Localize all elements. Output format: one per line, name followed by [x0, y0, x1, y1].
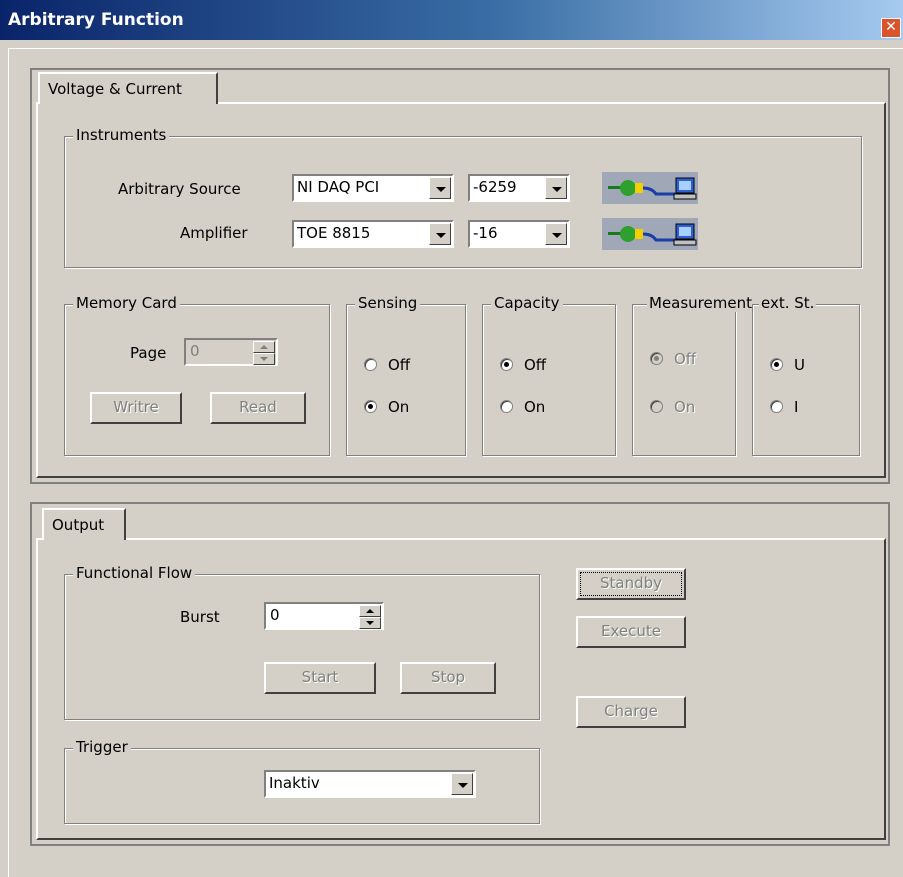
instruments-group: Instruments [64, 126, 862, 268]
radio-dot-icon [650, 400, 663, 413]
arbitrary-source-model-select[interactable]: -6259 [468, 174, 570, 202]
sensing-group: Sensing [346, 294, 466, 456]
arbitrary-source-label: Arbitrary Source [118, 180, 241, 198]
amplifier-device-select[interactable]: TOE 8815 [292, 220, 454, 248]
standby-button[interactable]: Standby [576, 568, 686, 600]
amplifier-label: Amplifier [180, 224, 248, 242]
functional-flow-group: Functional Flow [64, 564, 540, 720]
trigger-select[interactable]: Inaktiv [264, 770, 476, 798]
chevron-down-icon[interactable] [545, 223, 567, 245]
ext-st-i-label: I [794, 398, 799, 416]
plug-connected-icon[interactable] [602, 172, 698, 204]
arrow-up-icon[interactable] [359, 605, 381, 617]
stop-button-label: Stop [430, 668, 466, 686]
capacity-off-label: Off [524, 356, 547, 374]
trigger-legend: Trigger [73, 738, 131, 756]
trigger-value: Inaktiv [269, 774, 320, 792]
tab-output[interactable]: Output [42, 508, 126, 540]
ext-st-group: ext. St. [752, 294, 860, 456]
burst-stepper-controls[interactable] [359, 605, 381, 629]
burst-label: Burst [180, 608, 220, 626]
write-button[interactable]: Writre [90, 392, 182, 424]
arrow-down-icon[interactable] [253, 353, 275, 365]
measurement-group: Measurement [632, 294, 754, 456]
radio-dot-icon [500, 400, 513, 413]
radio-dot-icon [364, 400, 377, 413]
charge-button[interactable]: Charge [576, 696, 686, 728]
radio-dot-icon [770, 358, 783, 371]
standby-button-label: Standby [599, 574, 663, 592]
start-button-label: Start [301, 668, 339, 686]
functional-flow-legend: Functional Flow [73, 564, 196, 582]
write-button-label: Writre [113, 398, 159, 416]
chevron-down-icon[interactable] [429, 177, 451, 199]
chevron-down-icon[interactable] [545, 177, 567, 199]
charge-button-label: Charge [604, 702, 658, 720]
chevron-down-icon[interactable] [451, 773, 473, 795]
title-bar: Arbitrary Function ✕ [0, 0, 903, 40]
amplifier-model-value: -16 [473, 224, 498, 242]
stop-button[interactable]: Stop [400, 662, 496, 694]
close-icon[interactable]: ✕ [881, 18, 901, 38]
execute-button[interactable]: Execute [576, 616, 686, 648]
plug-connected-icon[interactable] [602, 218, 698, 250]
amplifier-model-select[interactable]: -16 [468, 220, 570, 248]
tab-voltage-current-label: Voltage & Current [48, 80, 182, 98]
execute-button-label: Execute [601, 622, 661, 640]
radio-dot-icon [500, 358, 513, 371]
radio-dot-icon [770, 400, 783, 413]
amplifier-device-value: TOE 8815 [297, 224, 371, 242]
capacity-on-label: On [524, 398, 546, 416]
arbitrary-source-device-select[interactable]: NI DAQ PCI [292, 174, 454, 202]
arbitrary-source-model-value: -6259 [473, 178, 517, 196]
sensing-on-label: On [388, 398, 410, 416]
sensing-off-label: Off [388, 356, 411, 374]
measurement-on-label: On [674, 398, 696, 416]
page-stepper[interactable]: 0 [184, 338, 278, 366]
burst-stepper[interactable]: 0 [264, 602, 384, 630]
memory-card-legend: Memory Card [73, 294, 180, 312]
ext-st-u-label: U [794, 356, 805, 374]
radio-dot-icon [364, 358, 377, 371]
page-label: Page [130, 344, 167, 362]
tab-output-label: Output [52, 516, 105, 534]
capacity-legend: Capacity [491, 294, 563, 312]
burst-value: 0 [270, 606, 280, 624]
ext-st-legend: ext. St. [759, 294, 817, 312]
measurement-off-label: Off [674, 350, 697, 368]
read-button[interactable]: Read [210, 392, 306, 424]
start-button[interactable]: Start [264, 662, 376, 694]
memory-card-group: Memory Card [64, 294, 330, 456]
page-value: 0 [190, 342, 200, 360]
arrow-down-icon[interactable] [359, 617, 381, 629]
arbitrary-source-device-value: NI DAQ PCI [297, 178, 380, 196]
chevron-down-icon[interactable] [429, 223, 451, 245]
page-stepper-controls[interactable] [253, 341, 275, 365]
radio-dot-icon [650, 352, 663, 365]
capacity-group: Capacity [482, 294, 616, 456]
arrow-up-icon[interactable] [253, 341, 275, 353]
sensing-legend: Sensing [355, 294, 421, 312]
read-button-label: Read [239, 398, 277, 416]
measurement-legend: Measurement [647, 294, 754, 312]
window-title: Arbitrary Function [8, 10, 184, 30]
instruments-legend: Instruments [73, 126, 170, 144]
tab-voltage-current[interactable]: Voltage & Current [38, 72, 218, 104]
